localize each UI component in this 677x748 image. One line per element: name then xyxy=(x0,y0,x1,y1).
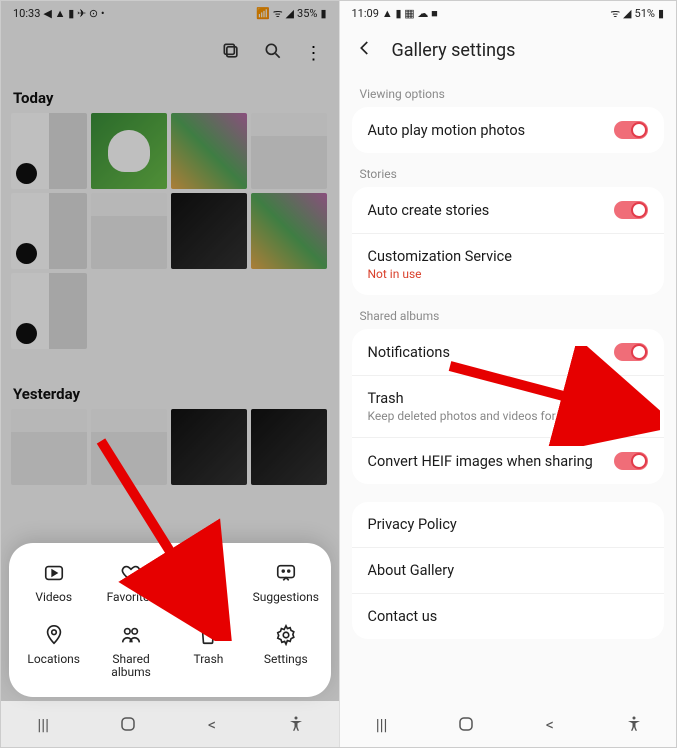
thumb[interactable] xyxy=(171,409,247,485)
nav-accessibility[interactable] xyxy=(622,712,646,736)
navbar-left: ||| < xyxy=(1,701,339,747)
thumb[interactable] xyxy=(11,273,87,349)
toggle-autostories[interactable] xyxy=(614,201,648,219)
recent-icon xyxy=(196,561,220,585)
menu-dots-icon[interactable]: ⋮ xyxy=(305,43,321,64)
thumb[interactable] xyxy=(171,113,247,189)
search-icon[interactable] xyxy=(263,41,283,65)
row-heif[interactable]: Convert HEIF images when sharing xyxy=(352,437,665,484)
row-customization[interactable]: Customization Service Not in use xyxy=(352,233,665,295)
sheet-favorites[interactable]: Favorites xyxy=(94,561,168,604)
nav-back[interactable]: < xyxy=(200,712,224,736)
shared-icon xyxy=(119,623,143,647)
locations-icon xyxy=(42,623,66,647)
navbar-right: ||| < xyxy=(340,701,677,747)
group-shared: Shared albums xyxy=(352,295,665,329)
nav-home[interactable] xyxy=(454,712,478,736)
statusbar-right: 11:09 ▲ ▮ ▦ ☁ ■ ᯤ ◢ 51% ▮ xyxy=(340,1,677,25)
videos-icon xyxy=(42,561,66,585)
page-title: Gallery settings xyxy=(392,40,516,61)
nav-recent[interactable]: ||| xyxy=(31,712,55,736)
thumb[interactable] xyxy=(91,113,167,189)
battery-pct: 51% xyxy=(635,7,655,20)
trash-icon xyxy=(196,623,220,647)
thumb[interactable] xyxy=(251,193,327,269)
nav-home[interactable] xyxy=(116,712,140,736)
toggle-heif[interactable] xyxy=(614,452,648,470)
settings-icon xyxy=(274,623,298,647)
row-about[interactable]: About Gallery xyxy=(352,547,665,593)
back-icon[interactable] xyxy=(356,39,376,61)
section-today: Today xyxy=(13,89,329,107)
nav-accessibility[interactable] xyxy=(284,712,308,736)
thumb[interactable] xyxy=(171,193,247,269)
favorites-icon xyxy=(119,561,143,585)
nav-back[interactable]: < xyxy=(538,712,562,736)
row-trash[interactable]: Trash Keep deleted photos and videos for… xyxy=(352,375,665,437)
thumb[interactable] xyxy=(91,409,167,485)
thumb[interactable] xyxy=(11,113,87,189)
toggle-autoplay[interactable] xyxy=(614,121,648,139)
thumb[interactable] xyxy=(11,409,87,485)
battery-icon: ▮ xyxy=(320,7,326,20)
signal-icons: 📶 ᯤ ◢ xyxy=(256,6,294,21)
row-autoplay[interactable]: Auto play motion photos xyxy=(352,107,665,153)
thumb[interactable] xyxy=(251,113,327,189)
nav-recent[interactable]: ||| xyxy=(370,712,394,736)
toggle-notifications[interactable] xyxy=(614,343,648,361)
toggle-trash[interactable] xyxy=(614,398,648,416)
notif-icons: ◀ ▲ ▮ ✈ ⊙ • xyxy=(43,7,104,20)
settings-header: Gallery settings xyxy=(340,25,677,73)
row-notifications[interactable]: Notifications xyxy=(352,329,665,375)
gallery-grid: Today Yesterday xyxy=(1,89,339,485)
battery-icon: ▮ xyxy=(658,7,664,20)
signal-icons: ᯤ ◢ xyxy=(610,6,631,21)
status-time: 10:33 xyxy=(13,7,40,20)
thumb[interactable] xyxy=(11,193,87,269)
sheet-locations[interactable]: Locations xyxy=(17,623,91,679)
notif-icons: ▲ ▮ ▦ ☁ ■ xyxy=(382,7,438,20)
row-privacy[interactable]: Privacy Policy xyxy=(352,502,665,547)
section-yesterday: Yesterday xyxy=(13,385,329,403)
bottom-sheet: Videos Favorites Recent Suggestions xyxy=(9,543,331,697)
group-viewing: Viewing options xyxy=(352,73,665,107)
row-autostories[interactable]: Auto create stories xyxy=(352,187,665,233)
thumb[interactable] xyxy=(91,193,167,269)
suggestions-icon xyxy=(274,561,298,585)
battery-pct: 35% xyxy=(297,7,317,20)
sheet-videos[interactable]: Videos xyxy=(17,561,91,604)
sheet-recent[interactable]: Recent xyxy=(171,561,245,604)
sheet-suggestions[interactable]: Suggestions xyxy=(249,561,323,604)
sheet-settings[interactable]: Settings xyxy=(249,623,323,679)
sheet-shared-albums[interactable]: Shared albums xyxy=(94,623,168,679)
sheet-trash[interactable]: Trash xyxy=(171,623,245,679)
group-stories: Stories xyxy=(352,153,665,187)
gallery-toolbar: ⋮ xyxy=(1,25,339,81)
row-contact[interactable]: Contact us xyxy=(352,593,665,639)
copy-icon[interactable] xyxy=(221,41,241,65)
status-time: 11:09 xyxy=(352,7,379,20)
thumb[interactable] xyxy=(251,409,327,485)
statusbar-left: 10:33 ◀ ▲ ▮ ✈ ⊙ • 📶 ᯤ ◢ 35% ▮ xyxy=(1,1,339,25)
